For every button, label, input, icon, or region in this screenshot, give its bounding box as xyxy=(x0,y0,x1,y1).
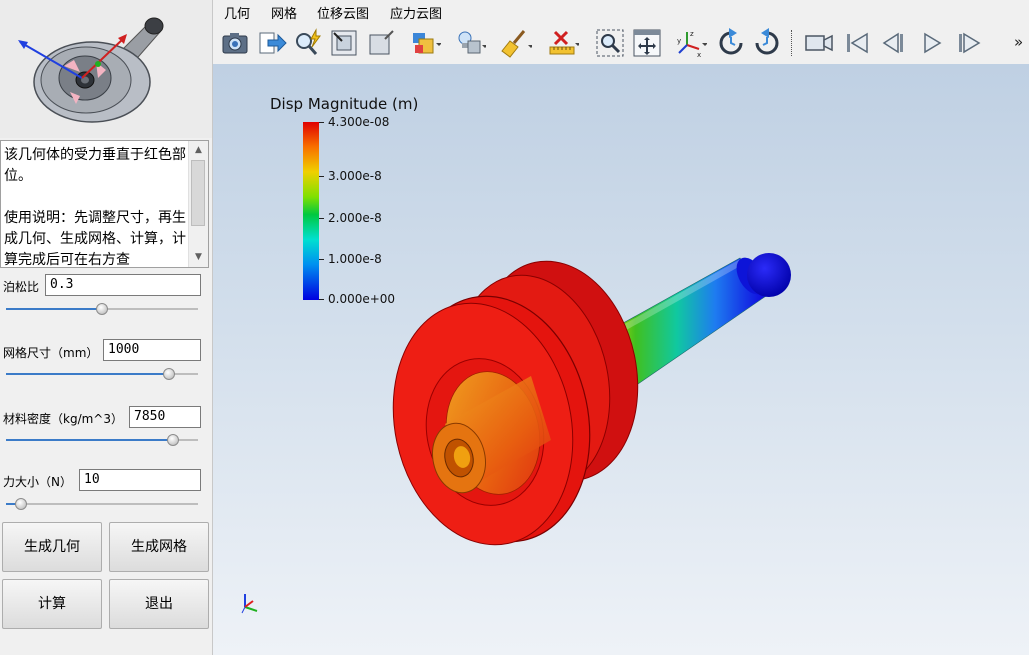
zoom-window-icon[interactable] xyxy=(594,27,626,59)
select-box-icon[interactable] xyxy=(365,27,397,59)
slider-handle[interactable] xyxy=(167,434,180,446)
mesh-size-label: 网格尺寸（mm） xyxy=(3,346,99,360)
clear-brush-icon[interactable] xyxy=(500,27,532,59)
previous-frame-icon[interactable] xyxy=(878,27,910,59)
menu-bar: 几何 网格 位移云图 应力云图 xyxy=(213,0,1029,22)
generate-geometry-button[interactable]: 生成几何 xyxy=(2,522,102,572)
material-density-label: 材料密度（kg/m^3） xyxy=(3,412,123,426)
slider-handle[interactable] xyxy=(15,498,28,510)
shading-cube-icon[interactable] xyxy=(409,27,441,59)
toolbar-overflow-chevron-icon[interactable]: » xyxy=(1014,33,1023,51)
export-arrow-icon[interactable] xyxy=(256,27,288,59)
scroll-up-icon[interactable]: ▲ xyxy=(190,142,207,159)
compute-button[interactable]: 计算 xyxy=(2,579,102,629)
generate-mesh-button[interactable]: 生成网格 xyxy=(109,522,209,572)
svg-text:z: z xyxy=(690,30,694,38)
mesh-size-slider[interactable] xyxy=(6,368,198,380)
render-viewport[interactable]: Disp Magnitude (m) 4.300e-08 3.000e-8 2.… xyxy=(213,64,1029,655)
scroll-down-icon[interactable]: ▼ xyxy=(190,249,207,266)
play-icon[interactable] xyxy=(916,27,948,59)
poisson-ratio-input[interactable]: 0.3 xyxy=(45,274,201,296)
toolbar: z y x » xyxy=(213,22,1029,65)
svg-text:y: y xyxy=(677,37,681,45)
force-slider[interactable] xyxy=(6,498,198,510)
light-bulb-icon[interactable] xyxy=(454,27,486,59)
orientation-axes-icon xyxy=(241,594,258,614)
force-input[interactable]: 10 xyxy=(79,469,201,491)
rotate-left-icon[interactable] xyxy=(715,27,747,59)
left-panel: 该几何体的受力垂直于红色部位。 使用说明：先调整尺寸，再生成几何、生成网格、计算… xyxy=(0,0,212,655)
description-box[interactable]: 该几何体的受力垂直于红色部位。 使用说明：先调整尺寸，再生成几何、生成网格、计算… xyxy=(0,140,209,268)
axes-triad-icon[interactable]: z y x xyxy=(675,27,707,59)
menu-mesh[interactable]: 网格 xyxy=(271,3,297,22)
poisson-ratio-label: 泊松比 xyxy=(3,280,40,294)
svg-text:x: x xyxy=(697,51,701,59)
menu-stress-contour[interactable]: 应力云图 xyxy=(390,3,442,22)
geometry-preview[interactable] xyxy=(0,0,212,138)
displacement-model xyxy=(392,253,791,546)
description-scrollbar[interactable]: ▲ ▼ xyxy=(188,141,208,267)
delete-measure-icon[interactable] xyxy=(547,27,579,59)
next-frame-icon[interactable] xyxy=(953,27,985,59)
scrollbar-thumb[interactable] xyxy=(191,160,205,226)
record-video-icon[interactable] xyxy=(803,27,835,59)
geometry-preview-image xyxy=(18,17,164,123)
force-label: 力大小（N） xyxy=(3,475,72,489)
zoom-lightning-icon[interactable] xyxy=(292,27,324,59)
menu-displacement-contour[interactable]: 位移云图 xyxy=(317,3,369,22)
camera-icon[interactable] xyxy=(219,27,251,59)
menu-geometry[interactable]: 几何 xyxy=(224,3,250,22)
material-density-slider[interactable] xyxy=(6,434,198,446)
rotate-right-icon[interactable] xyxy=(751,27,783,59)
poisson-ratio-slider[interactable] xyxy=(6,303,198,315)
toolbar-separator xyxy=(791,30,794,56)
slider-handle[interactable] xyxy=(163,368,176,380)
exit-button[interactable]: 退出 xyxy=(109,579,209,629)
slider-handle[interactable] xyxy=(96,303,108,315)
first-frame-icon[interactable] xyxy=(841,27,873,59)
description-text: 该几何体的受力垂直于红色部位。 使用说明：先调整尺寸，再生成几何、生成网格、计算… xyxy=(4,147,186,268)
zoom-extents-icon[interactable] xyxy=(328,27,360,59)
material-density-input[interactable]: 7850 xyxy=(129,406,201,428)
fit-all-icon[interactable] xyxy=(631,27,663,59)
mesh-size-input[interactable]: 1000 xyxy=(103,339,201,361)
